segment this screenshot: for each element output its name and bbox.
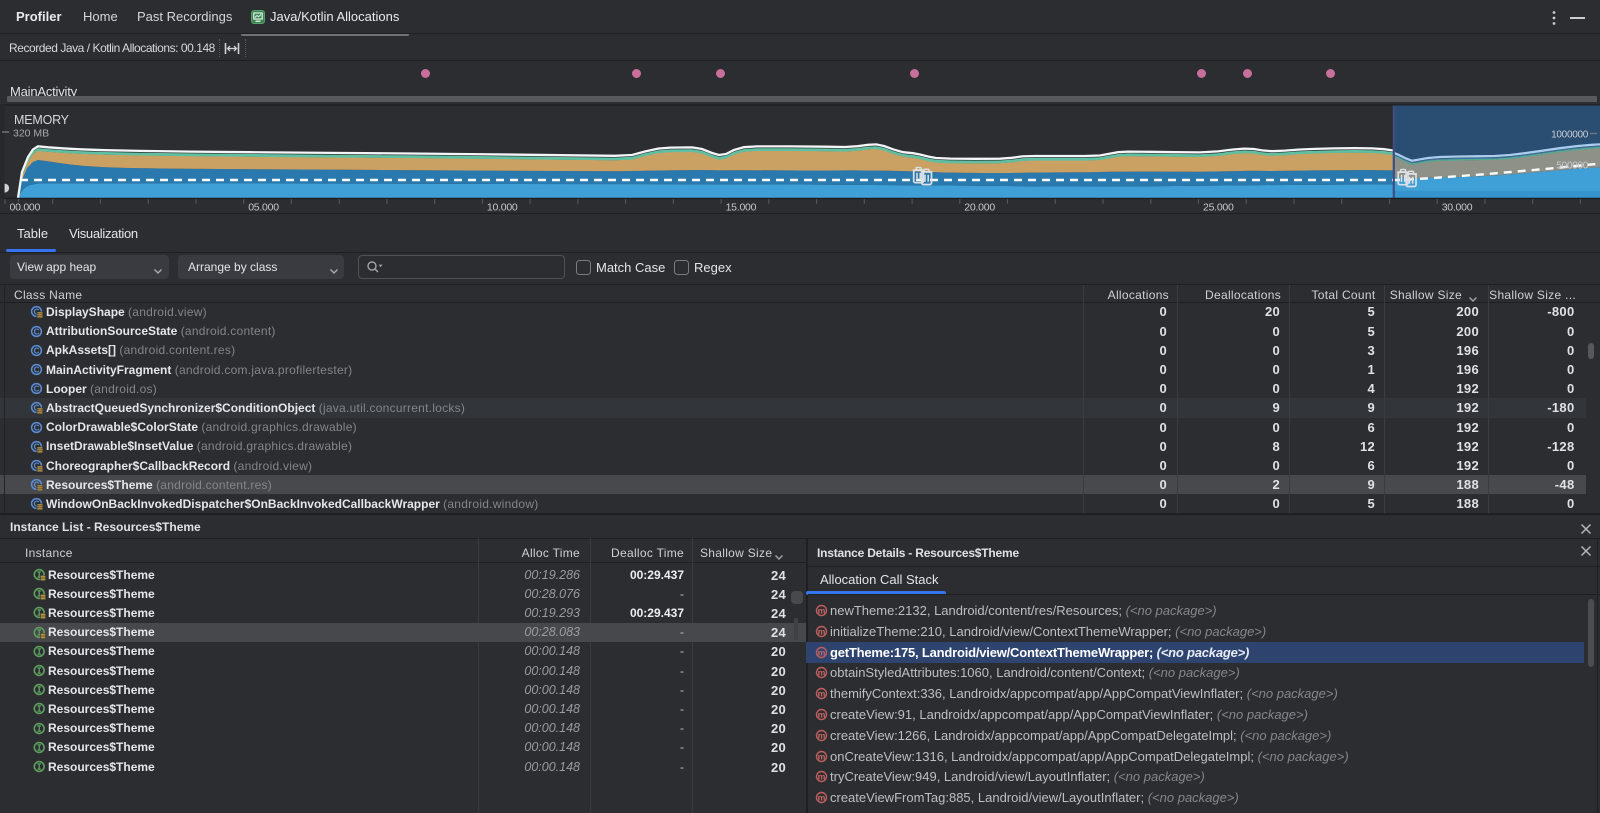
svg-text:C: C [34, 423, 40, 432]
svg-text:C: C [34, 385, 40, 394]
svg-text:m: m [818, 730, 826, 740]
svg-text:m: m [818, 606, 826, 616]
svg-text:1000000: 1000000 [1551, 130, 1589, 141]
svg-text:m: m [818, 751, 826, 761]
svg-text:05.000: 05.000 [248, 202, 279, 214]
svg-text:30.000: 30.000 [1442, 202, 1473, 214]
svg-text:500000: 500000 [1556, 161, 1588, 172]
svg-text:C: C [34, 327, 40, 336]
svg-text:MEMORY: MEMORY [14, 113, 70, 127]
svg-text:10.000: 10.000 [487, 202, 518, 214]
svg-text:m: m [818, 647, 826, 657]
svg-text:00.000: 00.000 [10, 202, 41, 214]
svg-text:m: m [818, 710, 826, 720]
svg-text:25.000: 25.000 [1203, 202, 1234, 214]
svg-text:C: C [34, 365, 40, 374]
svg-text:20.000: 20.000 [964, 202, 995, 214]
svg-text:320 MB: 320 MB [13, 128, 49, 140]
svg-text:15.000: 15.000 [726, 202, 757, 214]
svg-text:C: C [34, 346, 40, 355]
svg-text:m: m [818, 772, 826, 782]
svg-text:m: m [818, 689, 826, 699]
svg-text:m: m [818, 668, 826, 678]
svg-text:m: m [818, 626, 826, 636]
svg-text:m: m [818, 793, 826, 803]
